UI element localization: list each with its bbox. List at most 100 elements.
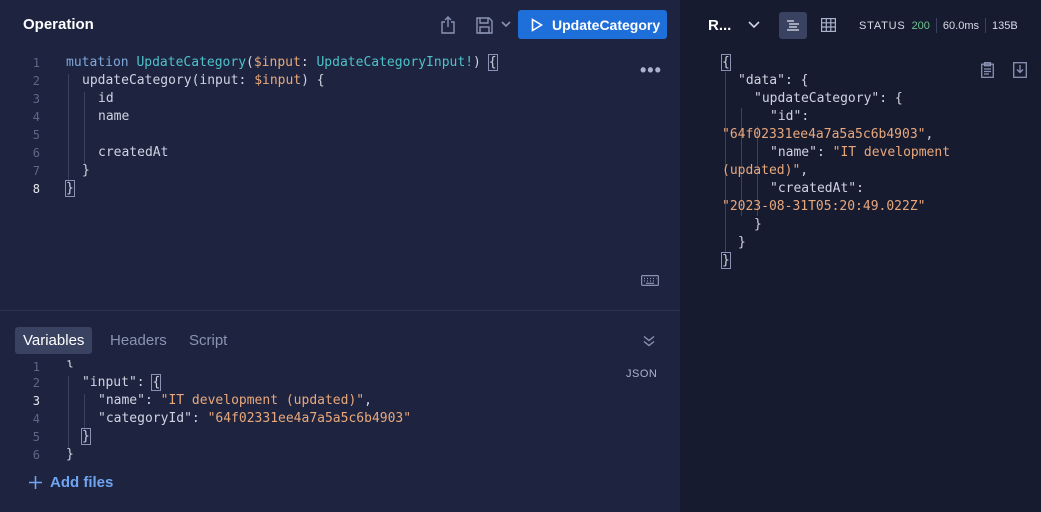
tab-variables[interactable]: Variables [15,327,93,354]
json-key: "name" [770,145,817,160]
response-line: } [754,217,762,232]
variable-token: $input [254,73,302,88]
json-punct: : [801,109,810,124]
code-line[interactable]: updateCategory(input: $input) { [82,73,325,88]
clipboard-icon [980,62,994,78]
run-operation-button[interactable]: UpdateCategory [518,10,667,39]
add-files-label: Add files [50,474,114,491]
line-number: 5 [32,128,40,142]
response-line: "data": { [738,73,808,88]
save-icon [475,16,493,34]
json-punct: , [800,163,809,178]
line-number-active: 8 [32,182,40,196]
code-line[interactable]: id [98,91,114,106]
line-number: 5 [32,430,40,444]
keyboard-icon [641,274,659,286]
code-line[interactable]: { [66,360,74,372]
matched-brace: { [151,374,162,391]
status-label: STATUS [859,19,906,32]
response-line: "id": [770,109,809,124]
share-button[interactable] [439,15,457,35]
matched-brace: { [721,54,731,71]
json-format-label[interactable]: JSON [626,368,657,380]
json-string: (updated)" [722,163,801,178]
save-button[interactable] [475,15,493,35]
code-line[interactable]: } [65,180,75,197]
json-punct: : [856,181,864,196]
more-options-button[interactable]: ••• [640,60,662,81]
line-number: 1 [32,360,40,372]
matched-brace: } [721,252,731,269]
json-string: "64f02331ee4a7a5a5c6b4903" [722,127,926,142]
download-response-button[interactable] [1012,61,1028,79]
code-line[interactable]: "name": "IT development (updated)", [98,393,372,408]
response-dropdown-button[interactable] [746,18,762,32]
line-number: 6 [32,448,40,462]
copy-response-button[interactable] [979,61,995,79]
code-line[interactable]: name [98,109,129,124]
indent-guide [68,74,69,182]
response-line: "2023-08-31T05:20:49.022Z" [722,199,926,214]
code-line[interactable]: mutation UpdateCategory($input: UpdateCa… [66,54,498,71]
response-line: "createdAt": [770,181,864,196]
matched-brace: } [65,180,75,197]
field-token: updateCategory(input: [82,73,255,88]
keyword-token: mutation [66,55,129,70]
download-icon [1013,62,1027,78]
table-view-button[interactable] [816,14,840,36]
json-punct: : { [879,91,903,106]
json-punct: , [925,127,934,142]
operation-name-token: UpdateCategory [136,55,247,70]
code-line[interactable]: "categoryId": "64f02331ee4a7a5a5c6b4903" [98,411,411,426]
response-title: R... [708,17,732,34]
status-bar: STATUS 200 60.0ms 135B [859,18,1018,33]
divider [985,18,986,33]
tab-headers[interactable]: Headers [102,327,175,354]
colon-token: : [191,411,208,426]
type-token: UpdateCategoryInput! [316,55,474,70]
colon-token: : [300,55,317,70]
json-key: "categoryId" [98,411,192,426]
tab-script[interactable]: Script [181,327,235,354]
chevron-down-icon [748,21,760,29]
matched-brace: { [487,54,498,71]
colon-token: : [136,375,153,390]
json-key: "id" [770,109,802,124]
chevrons-down-icon [643,335,655,347]
code-line[interactable]: } [66,447,74,462]
code-line[interactable]: } [81,428,91,445]
line-number: 4 [32,110,40,124]
comma-token: , [364,393,372,408]
line-number: 3 [32,92,40,106]
json-string: "64f02331ee4a7a5a5c6b4903" [207,411,412,426]
code-line[interactable]: createdAt [98,145,168,160]
save-options-chevron[interactable] [500,18,512,30]
panel-divider [0,310,680,311]
brace-token: { [66,360,74,369]
json-key: "data" [738,73,785,88]
text-view-button[interactable] [779,12,807,39]
json-string: "IT development [832,145,951,160]
status-code: 200 [911,19,930,32]
run-button-label: UpdateCategory [552,16,661,33]
table-icon [820,18,836,32]
collapse-panel-button[interactable] [641,333,657,349]
plus-icon [29,475,42,491]
variable-token: $input [253,55,301,70]
response-line: (updated)", [722,163,808,178]
share-icon [441,16,455,34]
text-lines-icon [787,19,799,31]
json-string: "IT development (updated)" [160,393,365,408]
json-key: "name" [98,393,145,408]
keyboard-shortcuts-button[interactable] [640,273,660,287]
play-icon [531,17,543,32]
code-line[interactable]: } [82,163,90,178]
paren-token: ( [246,55,254,70]
add-files-button[interactable]: Add files [29,474,113,491]
colon-token: : [144,393,161,408]
line-number: 1 [32,56,40,70]
response-size: 135B [992,19,1018,32]
json-punct: : [816,145,833,160]
code-line[interactable]: "input": { [82,374,162,391]
indent-guide [725,72,726,252]
